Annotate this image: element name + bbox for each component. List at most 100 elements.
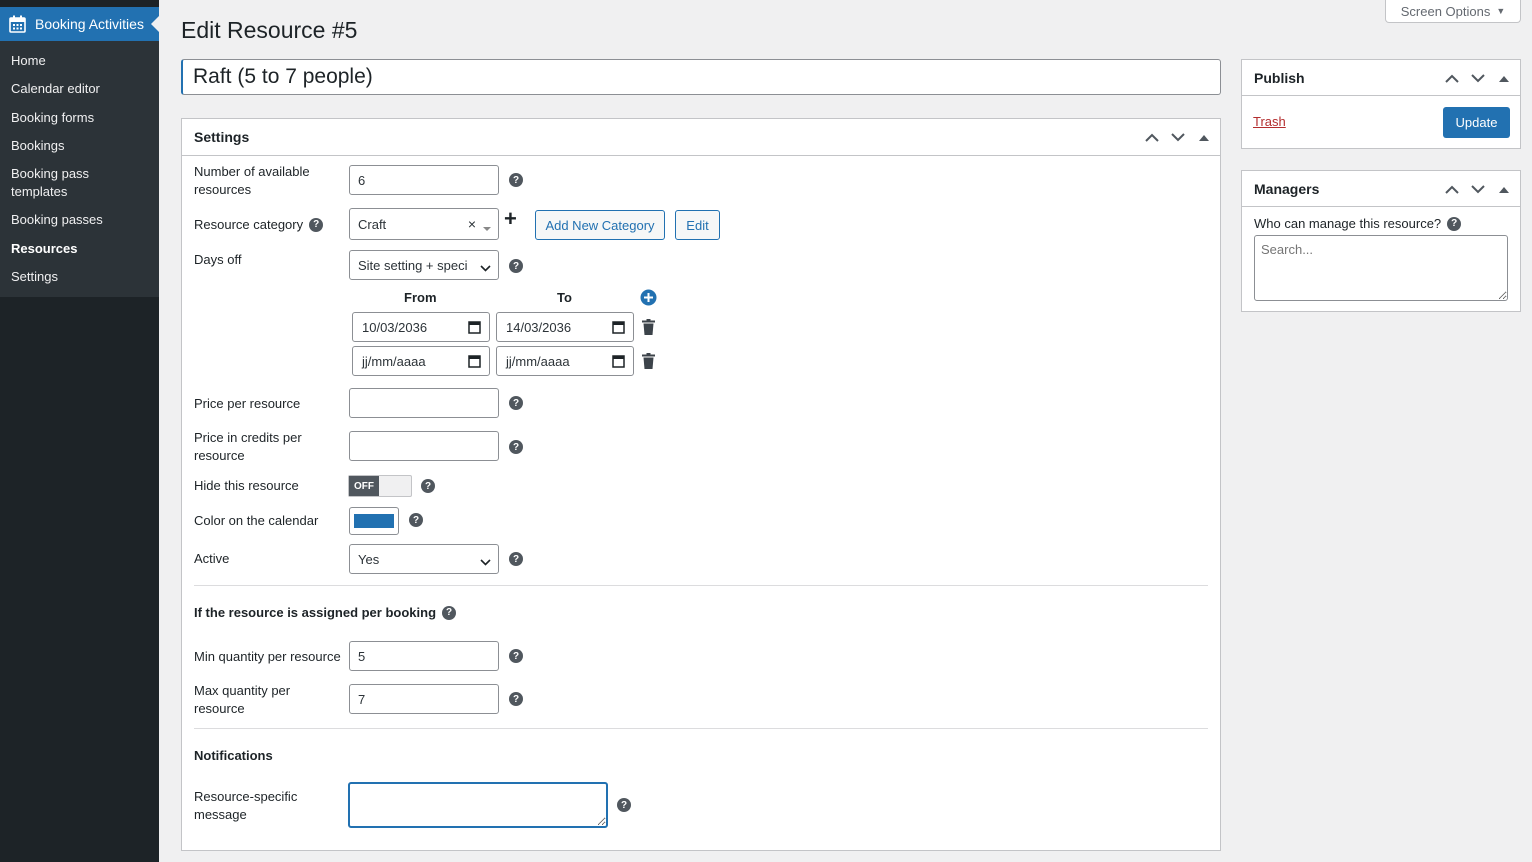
hide-resource-toggle[interactable]: OFF — [348, 475, 412, 497]
help-icon[interactable]: ? — [509, 173, 523, 187]
screen-options-button[interactable]: Screen Options ▼ — [1385, 0, 1521, 23]
move-up-icon[interactable] — [1442, 68, 1462, 88]
calendar-icon[interactable] — [468, 320, 481, 337]
help-icon[interactable]: ? — [509, 552, 523, 566]
active-value: Yes — [358, 551, 380, 567]
move-up-icon[interactable] — [1142, 128, 1162, 148]
add-category-plus-icon[interactable]: + — [504, 207, 517, 231]
days-off-value: Site setting + speci — [358, 257, 468, 273]
toggle-state: OFF — [349, 476, 379, 496]
help-icon[interactable]: ? — [509, 649, 523, 663]
sidebar-item-settings[interactable]: Settings — [11, 268, 151, 286]
settings-title: Settings — [194, 129, 250, 145]
chevron-down-icon — [480, 554, 491, 569]
help-icon[interactable]: ? — [509, 259, 523, 273]
trash-icon[interactable] — [642, 319, 655, 338]
active-select[interactable]: Yes — [349, 544, 499, 574]
add-days-off-icon[interactable] — [640, 289, 657, 309]
settings-postbox-header: Settings — [182, 119, 1220, 156]
sidebar-item-booking-forms[interactable]: Booking forms — [11, 109, 151, 127]
section-divider — [194, 728, 1208, 729]
sidebar-item-home[interactable]: Home — [11, 52, 151, 70]
help-icon[interactable]: ? — [509, 440, 523, 454]
help-icon[interactable]: ? — [309, 218, 324, 232]
available-resources-label: Number of available resources — [194, 164, 310, 197]
calendar-icon[interactable] — [612, 320, 625, 337]
resource-category-label-row: Resource category ? — [194, 216, 324, 234]
resource-title-input[interactable]: Raft (5 to 7 people) — [181, 59, 1221, 95]
notifications-section-title: Notifications — [194, 748, 273, 763]
days-off-to-header: To — [557, 290, 572, 305]
sidebar-menu-label: Booking Activities — [35, 16, 144, 32]
credits-price-input[interactable] — [349, 431, 499, 461]
section-divider — [194, 585, 1208, 586]
calendar-icon[interactable] — [612, 354, 625, 371]
price-input[interactable] — [349, 388, 499, 418]
managers-title: Managers — [1254, 180, 1320, 197]
page-title: Edit Resource #5 — [181, 17, 358, 43]
postbox-controls — [1142, 119, 1214, 156]
days-off-to-date[interactable]: 14/03/2036 — [496, 312, 634, 342]
hide-resource-label: Hide this resource — [194, 478, 299, 493]
days-off-label: Days off — [194, 252, 242, 267]
publish-postbox-header: Publish — [1242, 60, 1520, 96]
managers-search-input[interactable] — [1254, 235, 1508, 301]
days-off-to-date[interactable]: jj/mm/aaaa — [496, 346, 634, 376]
active-label: Active — [194, 551, 230, 566]
help-icon[interactable]: ? — [509, 692, 523, 706]
price-label: Price per resource — [194, 396, 301, 411]
days-off-from-date[interactable]: 10/03/2036 — [352, 312, 490, 342]
managers-question: Who can manage this resource? — [1254, 216, 1442, 231]
managers-postbox-header: Managers — [1242, 171, 1520, 207]
min-quantity-input[interactable]: 5 — [349, 641, 499, 671]
days-off-to-value: 14/03/2036 — [506, 319, 572, 335]
color-picker[interactable] — [349, 507, 399, 535]
min-quantity-label: Min quantity per resource — [194, 649, 341, 664]
help-icon[interactable]: ? — [409, 513, 423, 527]
collapse-toggle-icon[interactable] — [1494, 68, 1514, 88]
update-button[interactable]: Update — [1443, 107, 1510, 138]
chevron-down-icon — [483, 220, 491, 235]
clear-selection-icon[interactable]: × — [468, 216, 476, 232]
resource-category-select[interactable]: Craft × — [349, 208, 499, 240]
calendar-icon[interactable] — [468, 354, 481, 371]
sidebar-item-calendar-editor[interactable]: Calendar editor — [11, 80, 151, 98]
edit-category-button[interactable]: Edit — [675, 210, 720, 240]
available-resources-input[interactable]: 6 — [349, 165, 499, 195]
help-icon[interactable]: ? — [617, 798, 631, 812]
move-down-icon[interactable] — [1468, 68, 1488, 88]
help-icon[interactable]: ? — [1447, 216, 1462, 231]
color-label: Color on the calendar — [194, 513, 319, 528]
help-icon[interactable]: ? — [442, 605, 457, 620]
move-down-icon[interactable] — [1168, 128, 1188, 148]
sidebar-item-bookings[interactable]: Bookings — [11, 137, 151, 155]
calendar-icon — [9, 15, 26, 33]
days-off-select[interactable]: Site setting + speci — [349, 250, 499, 280]
help-icon[interactable]: ? — [509, 396, 523, 410]
move-down-icon[interactable] — [1468, 179, 1488, 199]
collapse-toggle-icon[interactable] — [1494, 179, 1514, 199]
days-off-from-value: jj/mm/aaaa — [362, 353, 426, 369]
trash-link[interactable]: Trash — [1253, 114, 1286, 129]
help-icon[interactable]: ? — [421, 479, 435, 493]
resource-category-value: Craft — [358, 216, 387, 232]
chevron-down-icon — [480, 260, 491, 275]
move-up-icon[interactable] — [1442, 179, 1462, 199]
add-new-category-button[interactable]: Add New Category — [535, 210, 665, 240]
per-booking-title: If the resource is assigned per booking — [194, 605, 437, 620]
sidebar-item-booking-pass-templates[interactable]: Booking pass templates — [11, 165, 111, 201]
managers-question-row: Who can manage this resource? ? — [1254, 216, 1462, 231]
sidebar-item-booking-passes[interactable]: Booking passes — [11, 211, 151, 229]
managers-postbox: Managers Who can manage this resource? ? — [1241, 170, 1521, 312]
days-off-from-value: 10/03/2036 — [362, 319, 428, 335]
sidebar-item-resources[interactable]: Resources — [11, 240, 151, 258]
max-quantity-input[interactable]: 7 — [349, 684, 499, 714]
collapse-toggle-icon[interactable] — [1194, 128, 1214, 148]
caret-down-icon: ▼ — [1496, 6, 1506, 16]
sidebar-menu-booking-activities[interactable]: Booking Activities — [0, 7, 159, 41]
resource-message-textarea[interactable] — [348, 782, 608, 828]
sidebar-submenu: Home Calendar editor Booking forms Booki… — [0, 41, 159, 297]
days-off-from-date[interactable]: jj/mm/aaaa — [352, 346, 490, 376]
max-quantity-label: Max quantity per resource — [194, 683, 291, 716]
trash-icon[interactable] — [642, 353, 655, 372]
